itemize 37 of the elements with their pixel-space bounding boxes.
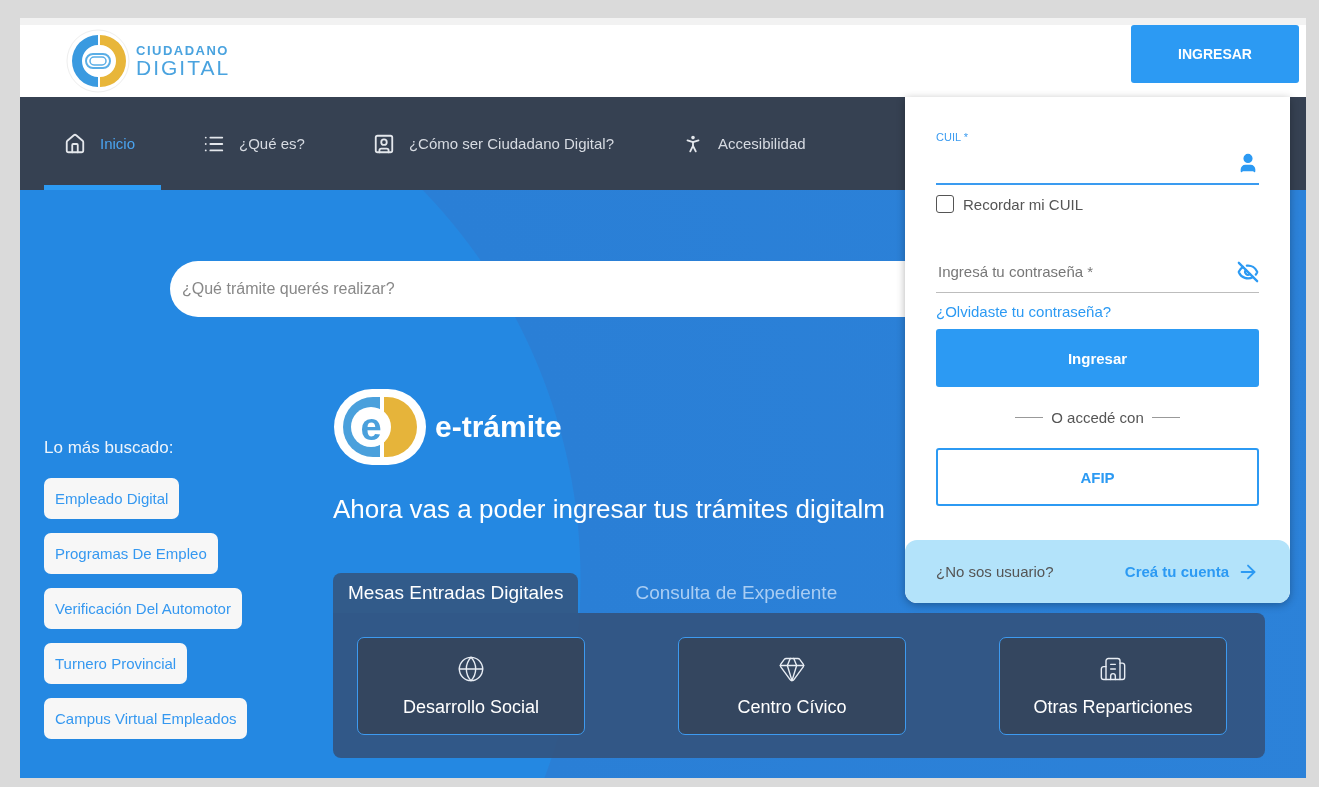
nav-tab[interactable]: ¿Cómo ser Ciudadano Digital? <box>352 97 640 190</box>
nav-label: Accesibilidad <box>718 135 806 152</box>
nav-label: Inicio <box>100 135 136 152</box>
checkbox-label: Recordar mi CUIL <box>963 195 1084 213</box>
logo-title: CIUDADANO <box>136 44 230 57</box>
tagline: Ahora vas a poder ingresar tus trámites digitalm <box>333 494 887 525</box>
nav-label: ¿Qué es? <box>239 135 305 152</box>
signup-prompt: ¿No sos usuario? <box>936 563 1054 580</box>
divider-text: O accedé con <box>1051 409 1144 426</box>
shortcut-button[interactable]: Empleado Digital <box>44 478 180 519</box>
logo-icon <box>66 29 130 93</box>
category-card[interactable]: Centro Cívico <box>678 637 906 735</box>
login-button[interactable]: INGRESAR <box>1131 25 1299 83</box>
nav-tab[interactable]: Accesibilidad <box>662 97 832 190</box>
brand-name: e-trámite <box>435 410 562 444</box>
shortcut-button[interactable]: Programas De Empleo <box>44 533 218 574</box>
tab[interactable]: Consulta de Expediente <box>620 573 853 613</box>
shortcut-button[interactable]: Turnero Provincial <box>44 643 188 684</box>
logo-subtitle: DIGITAL <box>136 57 231 78</box>
tab[interactable]: Mesas Entradas Digitales <box>333 573 579 613</box>
submit-button[interactable]: Ingresar <box>936 329 1259 387</box>
nav-tab[interactable]: ¿Qué es? <box>183 97 331 190</box>
section-title: Lo más buscado: <box>44 438 174 458</box>
category-card[interactable]: Otras Reparticiones <box>999 637 1227 735</box>
field-label: CUIL * <box>936 131 968 143</box>
shortcut-button[interactable]: Campus Virtual Empleados <box>44 698 248 739</box>
afip-button[interactable]: AFIP <box>936 448 1259 506</box>
brand-logo-icon: e <box>333 388 427 466</box>
eye-off-icon[interactable] <box>1237 260 1259 283</box>
shortcut-button[interactable]: Verificación Del Automotor <box>44 588 242 629</box>
home-icon <box>64 132 86 155</box>
contact-card-icon <box>372 132 395 155</box>
globe-icon <box>457 654 485 683</box>
nav-label: ¿Cómo ser Ciudadano Digital? <box>408 135 614 152</box>
category-card[interactable]: Desarrollo Social <box>357 637 585 735</box>
signup-link[interactable]: Creá tu cuenta <box>1124 560 1259 583</box>
checkbox[interactable] <box>936 195 954 213</box>
